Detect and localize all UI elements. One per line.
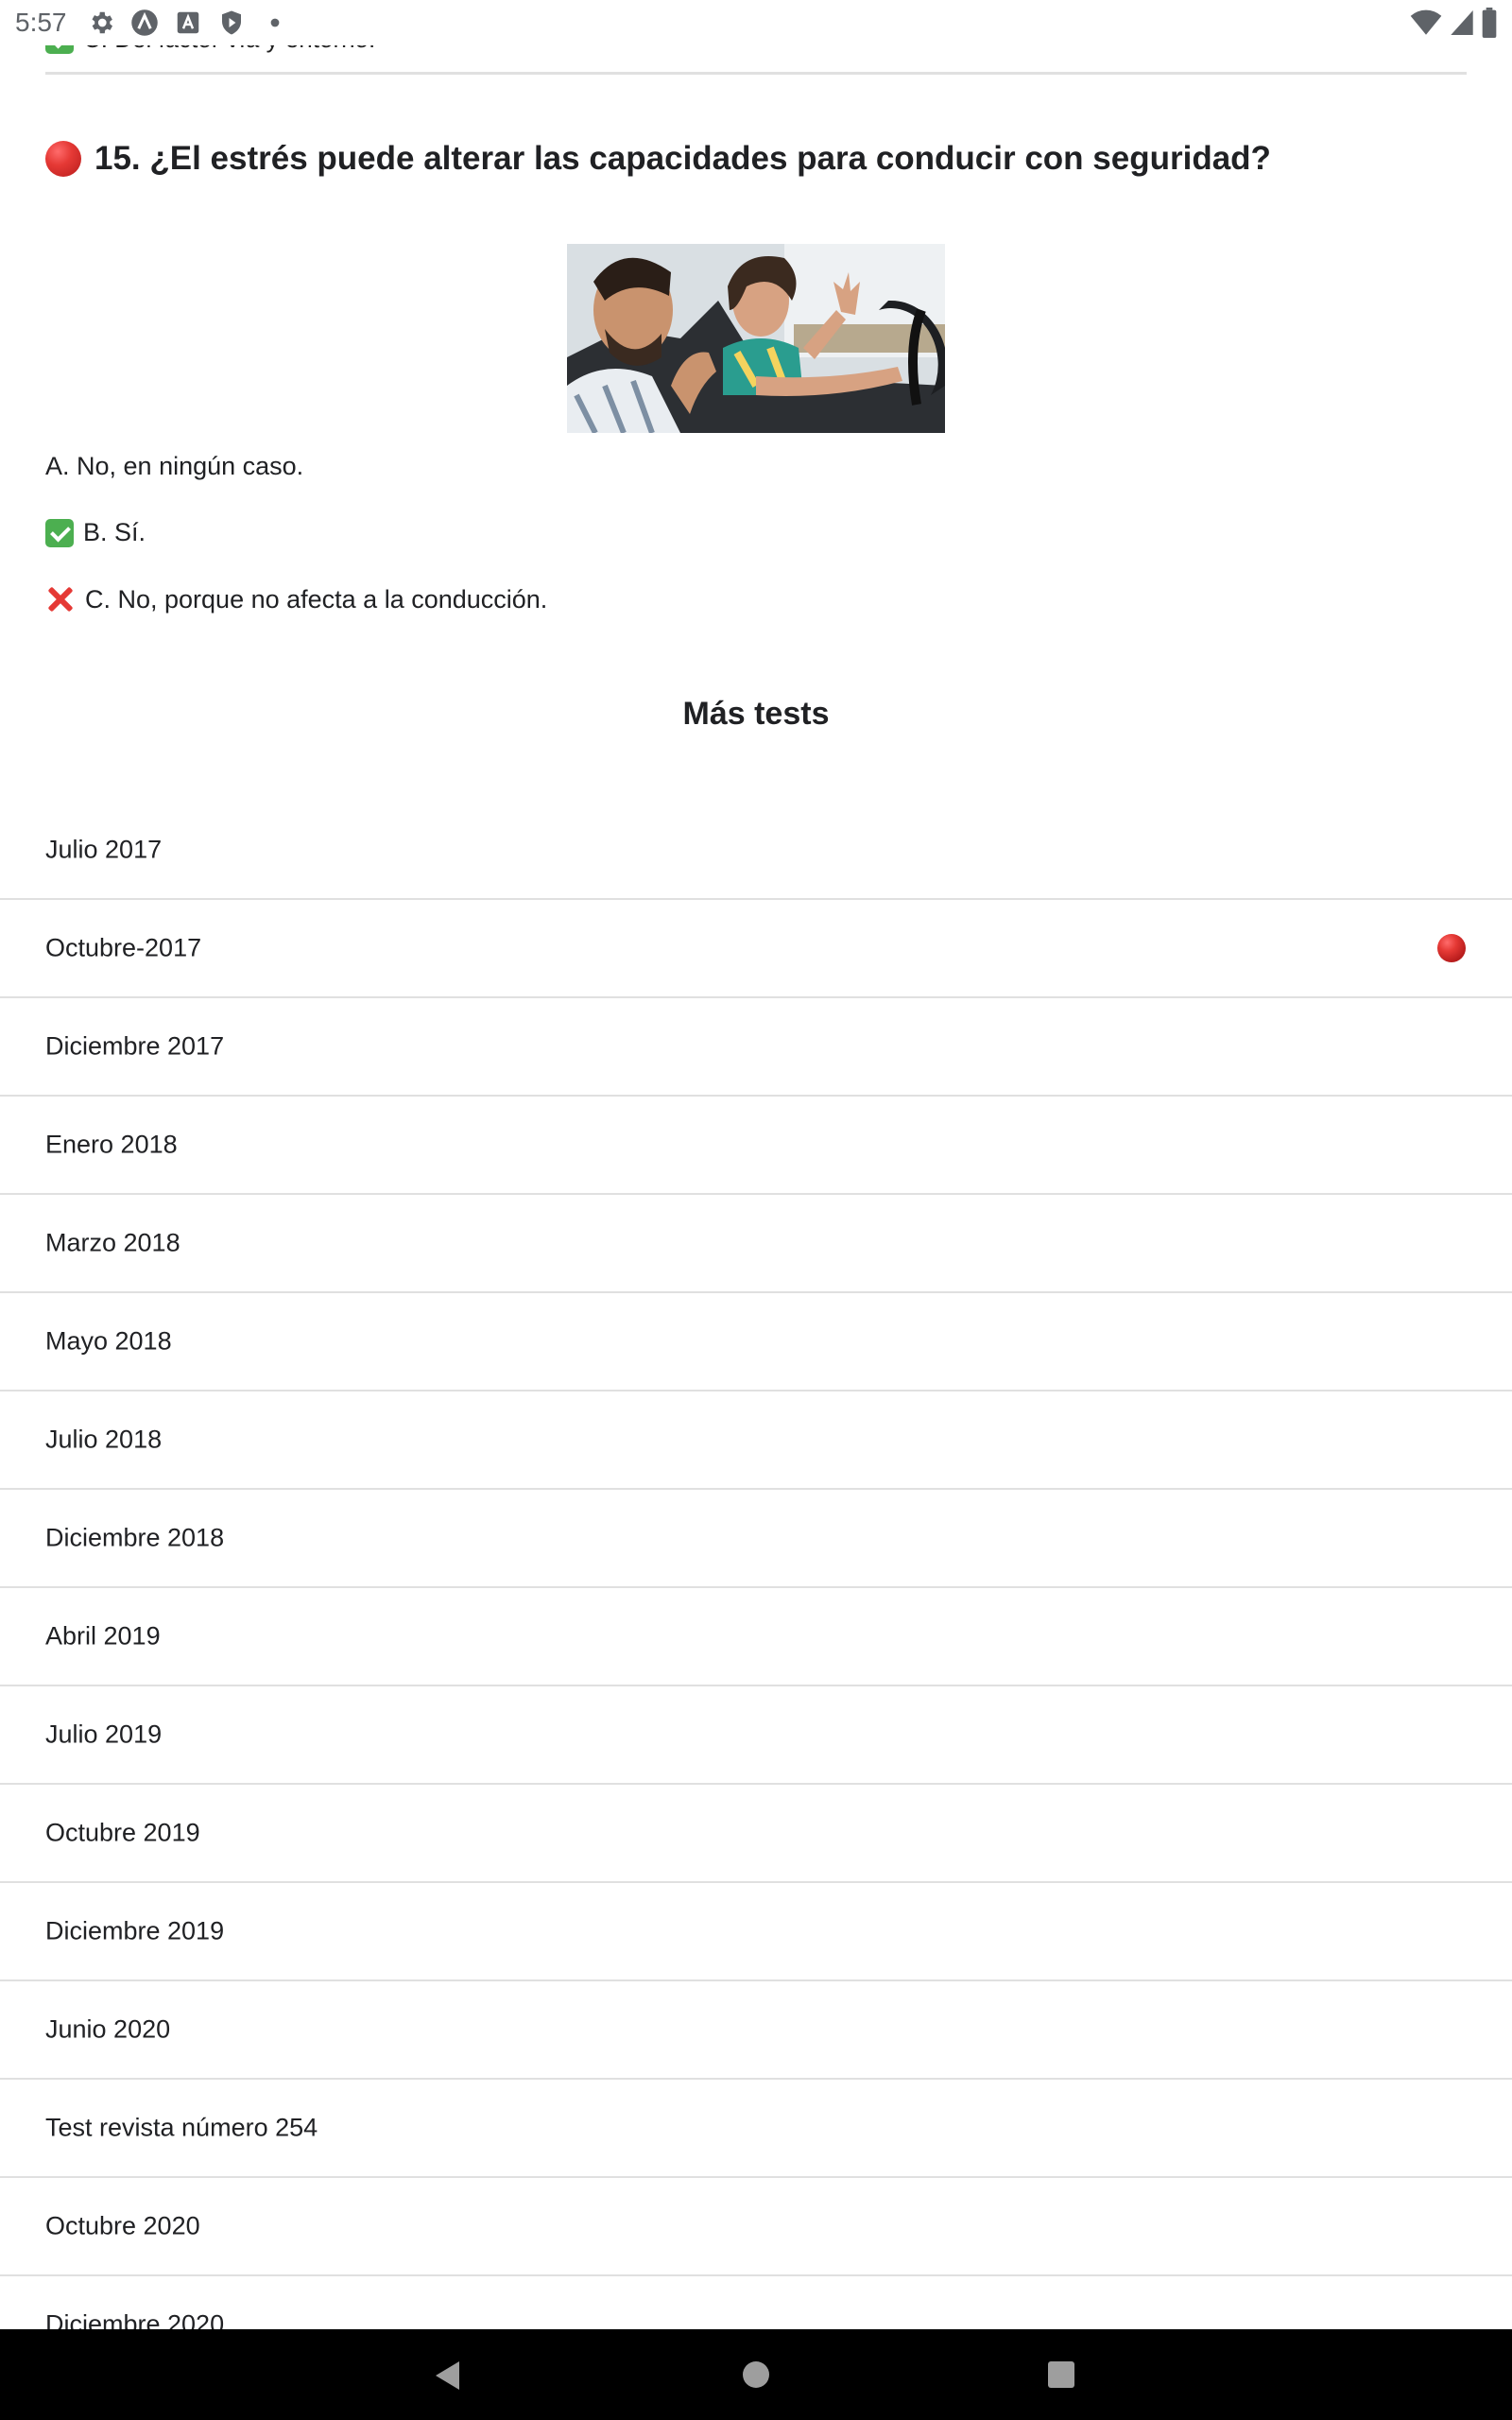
test-item-label: Junio 2020 (45, 2014, 171, 2044)
cross-mark-icon (45, 584, 76, 614)
question-text: 15. ¿El estrés puede alterar las capacid… (94, 140, 1271, 177)
test-list-item[interactable]: Julio 2018 (0, 1392, 1512, 1490)
test-item-label: Julio 2018 (45, 1425, 163, 1454)
test-list-item[interactable]: Octubre-2017 (0, 900, 1512, 998)
more-tests-list: Julio 2017 Octubre-2017 Diciembre 2017 E… (0, 802, 1512, 2329)
system-navigation-bar (0, 2329, 1512, 2420)
test-list-item[interactable]: Julio 2017 (0, 802, 1512, 900)
test-item-label: Julio 2017 (45, 835, 163, 864)
app-a-icon (131, 9, 158, 36)
test-list-item[interactable]: Julio 2019 (0, 1686, 1512, 1785)
test-list-item[interactable]: Mayo 2018 (0, 1293, 1512, 1392)
test-item-label: Abril 2019 (45, 1621, 161, 1651)
test-item-label: Diciembre 2018 (45, 1523, 225, 1552)
question-heading: 15. ¿El estrés puede alterar las capacid… (45, 140, 1467, 178)
shield-play-icon (222, 10, 241, 35)
test-list-item[interactable]: Octubre 2019 (0, 1785, 1512, 1883)
test-item-label: Julio 2019 (45, 1720, 163, 1749)
previous-answer-text: C. Del factor vía y entorno. (83, 45, 375, 54)
test-list-item[interactable]: Abril 2019 (0, 1588, 1512, 1686)
test-list-item[interactable]: Diciembre 2019 (0, 1883, 1512, 1981)
article-content[interactable]: C. Del factor vía y entorno. 15. ¿El est… (0, 45, 1512, 2329)
red-dot-icon (1437, 934, 1466, 962)
option-a: A. No, en ningún caso. (45, 452, 303, 481)
test-item-label: Diciembre 2017 (45, 1031, 225, 1061)
dot-icon (270, 18, 280, 27)
test-list-item[interactable]: Octubre 2020 (0, 2178, 1512, 2276)
option-a-text: A. No, en ningún caso. (45, 452, 304, 480)
previous-question-answer: C. Del factor vía y entorno. (45, 45, 375, 54)
option-b-text: B. Sí. (83, 518, 146, 546)
test-list-item[interactable]: Diciembre 2018 (0, 1490, 1512, 1588)
red-circle-icon (45, 141, 81, 177)
status-time: 5:57 (15, 8, 67, 37)
option-c: C. No, porque no afecta a la conducción. (45, 584, 547, 614)
test-list-item[interactable]: Marzo 2018 (0, 1195, 1512, 1293)
test-item-label: Enero 2018 (45, 1130, 178, 1159)
status-bar: 5:57 (0, 0, 1512, 45)
battery-icon (1482, 8, 1497, 38)
question-image (567, 244, 945, 433)
test-item-label: Diciembre 2019 (45, 1916, 225, 1945)
test-item-label: Octubre-2017 (45, 933, 202, 962)
wifi-icon (1410, 9, 1442, 35)
test-item-label: Diciembre 2020 (45, 2309, 225, 2330)
option-b: B. Sí. (45, 518, 146, 547)
question-divider (45, 72, 1467, 75)
test-list-item[interactable]: Diciembre 2020 (0, 2276, 1512, 2330)
test-item-label: Test revista número 254 (45, 2113, 318, 2142)
more-tests-title: Más tests (682, 696, 830, 732)
status-icons-left (87, 8, 289, 38)
app-font-icon (177, 11, 199, 34)
home-icon[interactable] (741, 2360, 771, 2390)
test-item-label: Marzo 2018 (45, 1228, 180, 1257)
signal-icon (1451, 10, 1473, 35)
option-c-text: C. No, porque no afecta a la conducción. (85, 584, 548, 614)
test-item-label: Mayo 2018 (45, 1326, 172, 1356)
test-list-item[interactable]: Diciembre 2017 (0, 998, 1512, 1097)
test-item-label: Octubre 2019 (45, 1818, 200, 1847)
back-icon[interactable] (433, 2360, 463, 2392)
status-icons-right (1410, 8, 1497, 38)
recent-apps-icon[interactable] (1046, 2360, 1076, 2390)
check-mark-icon (45, 45, 74, 54)
test-list-item[interactable]: Enero 2018 (0, 1097, 1512, 1195)
settings-icon (92, 11, 112, 34)
check-mark-icon (45, 518, 74, 547)
test-list-item[interactable]: Junio 2020 (0, 1981, 1512, 2080)
test-item-label: Octubre 2020 (45, 2211, 200, 2240)
test-list-item[interactable]: Test revista número 254 (0, 2080, 1512, 2178)
